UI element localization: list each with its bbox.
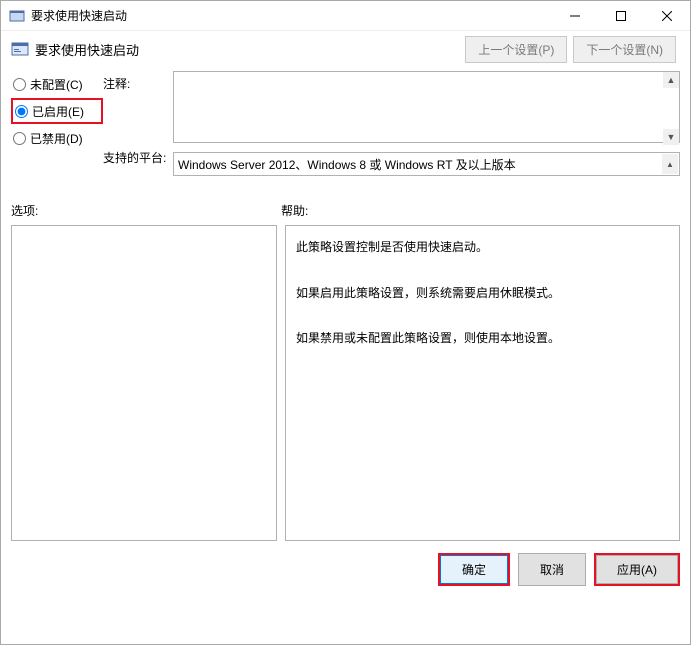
policy-icon: [11, 40, 29, 58]
comment-label: 注释:: [103, 75, 173, 145]
radio-disabled-label: 已禁用(D): [30, 130, 83, 147]
options-label: 选项:: [11, 202, 281, 219]
help-text: 如果启用此策略设置，则系统需要启用休眠模式。: [296, 282, 669, 305]
minimize-button[interactable]: [552, 1, 598, 31]
radio-enabled[interactable]: 已启用(E): [11, 98, 103, 124]
subheader-title: 要求使用快速启动: [35, 40, 465, 59]
radio-disabled-input[interactable]: [13, 132, 26, 145]
supported-platform-value: Windows Server 2012、Windows 8 或 Windows …: [178, 156, 516, 173]
radio-not-configured-input[interactable]: [13, 78, 26, 91]
window-title: 要求使用快速启动: [31, 7, 552, 24]
cancel-button[interactable]: 取消: [518, 553, 586, 586]
app-icon: [9, 8, 25, 24]
scroll-up-icon[interactable]: ▲: [662, 154, 678, 174]
radio-enabled-input[interactable]: [15, 105, 28, 118]
radio-not-configured-label: 未配置(C): [30, 76, 83, 93]
comment-input[interactable]: [173, 71, 680, 143]
options-panel: [11, 225, 277, 541]
scroll-up-icon[interactable]: ▲: [663, 72, 679, 88]
help-label: 帮助:: [281, 202, 680, 219]
maximize-button[interactable]: [598, 1, 644, 31]
supported-platform-field: Windows Server 2012、Windows 8 或 Windows …: [173, 152, 680, 176]
apply-highlight: 应用(A): [594, 553, 680, 586]
next-setting-button[interactable]: 下一个设置(N): [573, 36, 676, 63]
help-text: 如果禁用或未配置此策略设置，则使用本地设置。: [296, 327, 669, 350]
scroll-down-icon[interactable]: ▼: [663, 129, 679, 145]
help-panel: 此策略设置控制是否使用快速启动。 如果启用此策略设置，则系统需要启用休眠模式。 …: [285, 225, 680, 541]
ok-button[interactable]: 确定: [440, 555, 508, 584]
radio-enabled-label: 已启用(E): [32, 103, 84, 120]
platform-label: 支持的平台:: [103, 149, 173, 166]
ok-highlight: 确定: [438, 553, 510, 586]
previous-setting-button[interactable]: 上一个设置(P): [465, 36, 567, 63]
radio-disabled[interactable]: 已禁用(D): [11, 125, 103, 151]
close-button[interactable]: [644, 1, 690, 31]
help-text: 此策略设置控制是否使用快速启动。: [296, 236, 669, 259]
apply-button[interactable]: 应用(A): [596, 555, 678, 584]
radio-not-configured[interactable]: 未配置(C): [11, 71, 103, 97]
